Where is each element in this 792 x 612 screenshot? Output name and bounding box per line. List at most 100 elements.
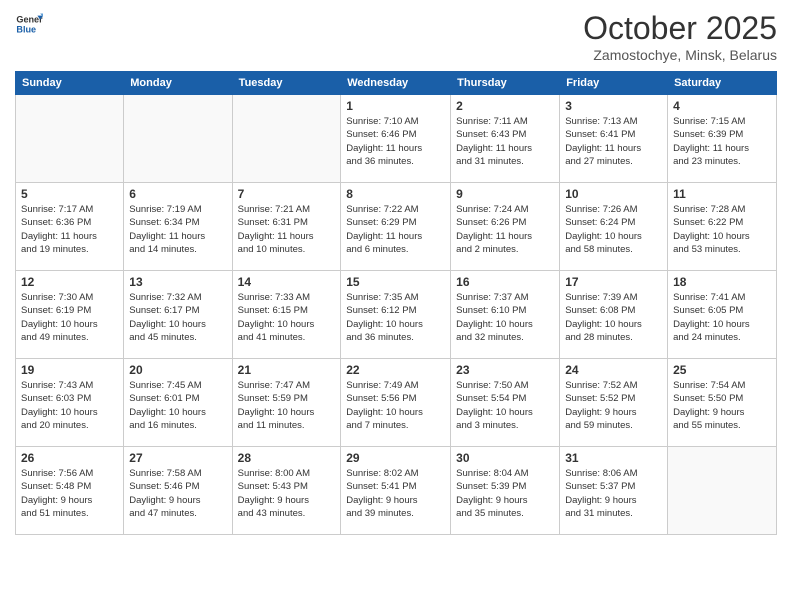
day-info: Sunrise: 8:00 AM Sunset: 5:43 PM Dayligh… [238,467,336,520]
day-number: 7 [238,187,336,201]
day-info: Sunrise: 8:06 AM Sunset: 5:37 PM Dayligh… [565,467,662,520]
calendar-cell: 19 Sunrise: 7:43 AM Sunset: 6:03 PM Dayli… [16,359,124,447]
day-number: 19 [21,363,118,377]
day-number: 27 [129,451,226,465]
calendar-cell: 27Sunrise: 7:58 AM Sunset: 5:46 PM Dayli… [124,447,232,535]
day-number: 14 [238,275,336,289]
calendar-cell: 22 Sunrise: 7:49 AM Sunset: 5:56 PM Dayli… [341,359,451,447]
day-info: Sunrise: 7:37 AM Sunset: 6:10 PM Dayligh… [456,291,554,344]
weekday-header-monday: Monday [124,72,232,95]
day-info: Sunrise: 7:43 AM Sunset: 6:03 PM Dayligh… [21,379,118,432]
calendar-cell [232,95,341,183]
day-number: 8 [346,187,445,201]
calendar-cell: 13 Sunrise: 7:32 AM Sunset: 6:17 PM Dayli… [124,271,232,359]
calendar-cell: 11Sunrise: 7:28 AM Sunset: 6:22 PM Dayli… [668,183,777,271]
day-info: Sunrise: 7:10 AM Sunset: 6:46 PM Dayligh… [346,115,445,168]
day-number: 15 [346,275,445,289]
day-number: 23 [456,363,554,377]
calendar-cell: 29 Sunrise: 8:02 AM Sunset: 5:41 PM Dayli… [341,447,451,535]
day-number: 17 [565,275,662,289]
calendar-week-row: 5Sunrise: 7:17 AM Sunset: 6:36 PM Daylig… [16,183,777,271]
day-info: Sunrise: 7:28 AM Sunset: 6:22 PM Dayligh… [673,203,771,256]
day-info: Sunrise: 7:21 AM Sunset: 6:31 PM Dayligh… [238,203,336,256]
day-number: 31 [565,451,662,465]
day-number: 2 [456,99,554,113]
day-info: Sunrise: 7:22 AM Sunset: 6:29 PM Dayligh… [346,203,445,256]
day-number: 22 [346,363,445,377]
calendar-cell: 21Sunrise: 7:47 AM Sunset: 5:59 PM Dayli… [232,359,341,447]
day-number: 26 [21,451,118,465]
weekday-header-tuesday: Tuesday [232,72,341,95]
calendar-header-row: SundayMondayTuesdayWednesdayThursdayFrid… [16,72,777,95]
svg-text:Blue: Blue [16,24,36,34]
calendar-cell: 17 Sunrise: 7:39 AM Sunset: 6:08 PM Dayli… [560,271,668,359]
weekday-header-sunday: Sunday [16,72,124,95]
calendar-cell: 23 Sunrise: 7:50 AM Sunset: 5:54 PM Dayli… [451,359,560,447]
day-info: Sunrise: 7:30 AM Sunset: 6:19 PM Dayligh… [21,291,118,344]
weekday-header-thursday: Thursday [451,72,560,95]
day-number: 3 [565,99,662,113]
day-number: 24 [565,363,662,377]
day-info: Sunrise: 7:39 AM Sunset: 6:08 PM Dayligh… [565,291,662,344]
calendar-week-row: 1 Sunrise: 7:10 AM Sunset: 6:46 PM Daylig… [16,95,777,183]
day-number: 1 [346,99,445,113]
weekday-header-wednesday: Wednesday [341,72,451,95]
day-number: 18 [673,275,771,289]
day-info: Sunrise: 7:33 AM Sunset: 6:15 PM Dayligh… [238,291,336,344]
day-number: 12 [21,275,118,289]
logo: General Blue [15,10,47,38]
calendar-cell: 31 Sunrise: 8:06 AM Sunset: 5:37 PM Dayli… [560,447,668,535]
calendar-cell: 25Sunrise: 7:54 AM Sunset: 5:50 PM Dayli… [668,359,777,447]
day-number: 9 [456,187,554,201]
day-info: Sunrise: 7:13 AM Sunset: 6:41 PM Dayligh… [565,115,662,168]
calendar-week-row: 12 Sunrise: 7:30 AM Sunset: 6:19 PM Dayli… [16,271,777,359]
calendar-cell: 9 Sunrise: 7:24 AM Sunset: 6:26 PM Daylig… [451,183,560,271]
day-info: Sunrise: 7:24 AM Sunset: 6:26 PM Dayligh… [456,203,554,256]
day-number: 20 [129,363,226,377]
day-info: Sunrise: 7:35 AM Sunset: 6:12 PM Dayligh… [346,291,445,344]
day-info: Sunrise: 7:52 AM Sunset: 5:52 PM Dayligh… [565,379,662,432]
day-info: Sunrise: 7:19 AM Sunset: 6:34 PM Dayligh… [129,203,226,256]
day-info: Sunrise: 7:26 AM Sunset: 6:24 PM Dayligh… [565,203,662,256]
title-section: October 2025 Zamostochye, Minsk, Belarus [583,10,777,63]
day-number: 16 [456,275,554,289]
day-info: Sunrise: 7:15 AM Sunset: 6:39 PM Dayligh… [673,115,771,168]
calendar-cell: 12 Sunrise: 7:30 AM Sunset: 6:19 PM Dayli… [16,271,124,359]
calendar-cell [16,95,124,183]
calendar-cell: 14 Sunrise: 7:33 AM Sunset: 6:15 PM Dayli… [232,271,341,359]
calendar-cell: 26 Sunrise: 7:56 AM Sunset: 5:48 PM Dayli… [16,447,124,535]
calendar-week-row: 26 Sunrise: 7:56 AM Sunset: 5:48 PM Dayli… [16,447,777,535]
calendar-cell: 4 Sunrise: 7:15 AM Sunset: 6:39 PM Daylig… [668,95,777,183]
day-info: Sunrise: 7:32 AM Sunset: 6:17 PM Dayligh… [129,291,226,344]
month-title: October 2025 [583,10,777,47]
day-number: 30 [456,451,554,465]
calendar-cell: 7 Sunrise: 7:21 AM Sunset: 6:31 PM Daylig… [232,183,341,271]
day-number: 4 [673,99,771,113]
day-info: Sunrise: 7:49 AM Sunset: 5:56 PM Dayligh… [346,379,445,432]
day-info: Sunrise: 8:04 AM Sunset: 5:39 PM Dayligh… [456,467,554,520]
day-number: 29 [346,451,445,465]
calendar-cell [668,447,777,535]
calendar-cell: 5Sunrise: 7:17 AM Sunset: 6:36 PM Daylig… [16,183,124,271]
calendar-cell: 8 Sunrise: 7:22 AM Sunset: 6:29 PM Daylig… [341,183,451,271]
day-number: 13 [129,275,226,289]
calendar-cell: 24 Sunrise: 7:52 AM Sunset: 5:52 PM Dayli… [560,359,668,447]
location-subtitle: Zamostochye, Minsk, Belarus [583,47,777,63]
calendar-cell: 20Sunrise: 7:45 AM Sunset: 6:01 PM Dayli… [124,359,232,447]
day-info: Sunrise: 7:47 AM Sunset: 5:59 PM Dayligh… [238,379,336,432]
calendar-cell: 18Sunrise: 7:41 AM Sunset: 6:05 PM Dayli… [668,271,777,359]
calendar-cell: 28 Sunrise: 8:00 AM Sunset: 5:43 PM Dayli… [232,447,341,535]
calendar-cell: 6 Sunrise: 7:19 AM Sunset: 6:34 PM Daylig… [124,183,232,271]
calendar-cell: 2Sunrise: 7:11 AM Sunset: 6:43 PM Daylig… [451,95,560,183]
day-number: 5 [21,187,118,201]
weekday-header-saturday: Saturday [668,72,777,95]
day-number: 6 [129,187,226,201]
day-info: Sunrise: 7:50 AM Sunset: 5:54 PM Dayligh… [456,379,554,432]
day-info: Sunrise: 8:02 AM Sunset: 5:41 PM Dayligh… [346,467,445,520]
calendar-cell: 3 Sunrise: 7:13 AM Sunset: 6:41 PM Daylig… [560,95,668,183]
day-info: Sunrise: 7:56 AM Sunset: 5:48 PM Dayligh… [21,467,118,520]
day-info: Sunrise: 7:54 AM Sunset: 5:50 PM Dayligh… [673,379,771,432]
calendar-cell: 30 Sunrise: 8:04 AM Sunset: 5:39 PM Dayli… [451,447,560,535]
day-number: 28 [238,451,336,465]
calendar-cell: 10Sunrise: 7:26 AM Sunset: 6:24 PM Dayli… [560,183,668,271]
